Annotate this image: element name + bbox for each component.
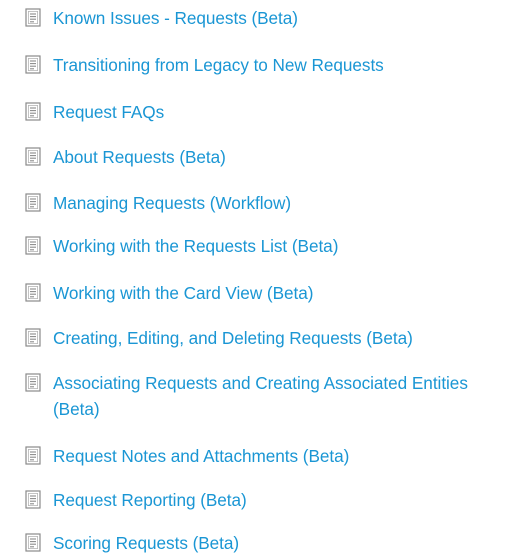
article-link-managing-requests[interactable]: Managing Requests (Workflow) bbox=[53, 190, 501, 216]
document-icon bbox=[25, 147, 42, 167]
article-link-request-reporting[interactable]: Request Reporting (Beta) bbox=[53, 487, 501, 513]
document-icon bbox=[25, 533, 42, 553]
article-link-about-requests[interactable]: About Requests (Beta) bbox=[53, 144, 501, 170]
document-icon bbox=[25, 8, 42, 28]
document-icon bbox=[25, 236, 42, 256]
article-link-known-issues[interactable]: Known Issues - Requests (Beta) bbox=[53, 5, 501, 31]
document-icon bbox=[25, 102, 42, 122]
article-link-associating-requests[interactable]: Associating Requests and Creating Associ… bbox=[53, 370, 501, 422]
article-link-notes-attachments[interactable]: Request Notes and Attachments (Beta) bbox=[53, 443, 501, 469]
document-icon bbox=[25, 490, 42, 510]
document-icon bbox=[25, 193, 42, 213]
article-link-transitioning[interactable]: Transitioning from Legacy to New Request… bbox=[53, 52, 501, 78]
article-link-requests-list[interactable]: Working with the Requests List (Beta) bbox=[53, 233, 501, 259]
document-icon bbox=[25, 55, 42, 75]
article-link-request-faqs[interactable]: Request FAQs bbox=[53, 99, 501, 125]
article-link-creating-editing-deleting[interactable]: Creating, Editing, and Deleting Requests… bbox=[53, 325, 501, 351]
document-icon bbox=[25, 373, 42, 393]
document-icon bbox=[25, 446, 42, 466]
article-link-card-view[interactable]: Working with the Card View (Beta) bbox=[53, 280, 501, 306]
document-icon bbox=[25, 328, 42, 348]
document-icon bbox=[25, 283, 42, 303]
article-link-scoring-requests[interactable]: Scoring Requests (Beta) bbox=[53, 530, 501, 556]
